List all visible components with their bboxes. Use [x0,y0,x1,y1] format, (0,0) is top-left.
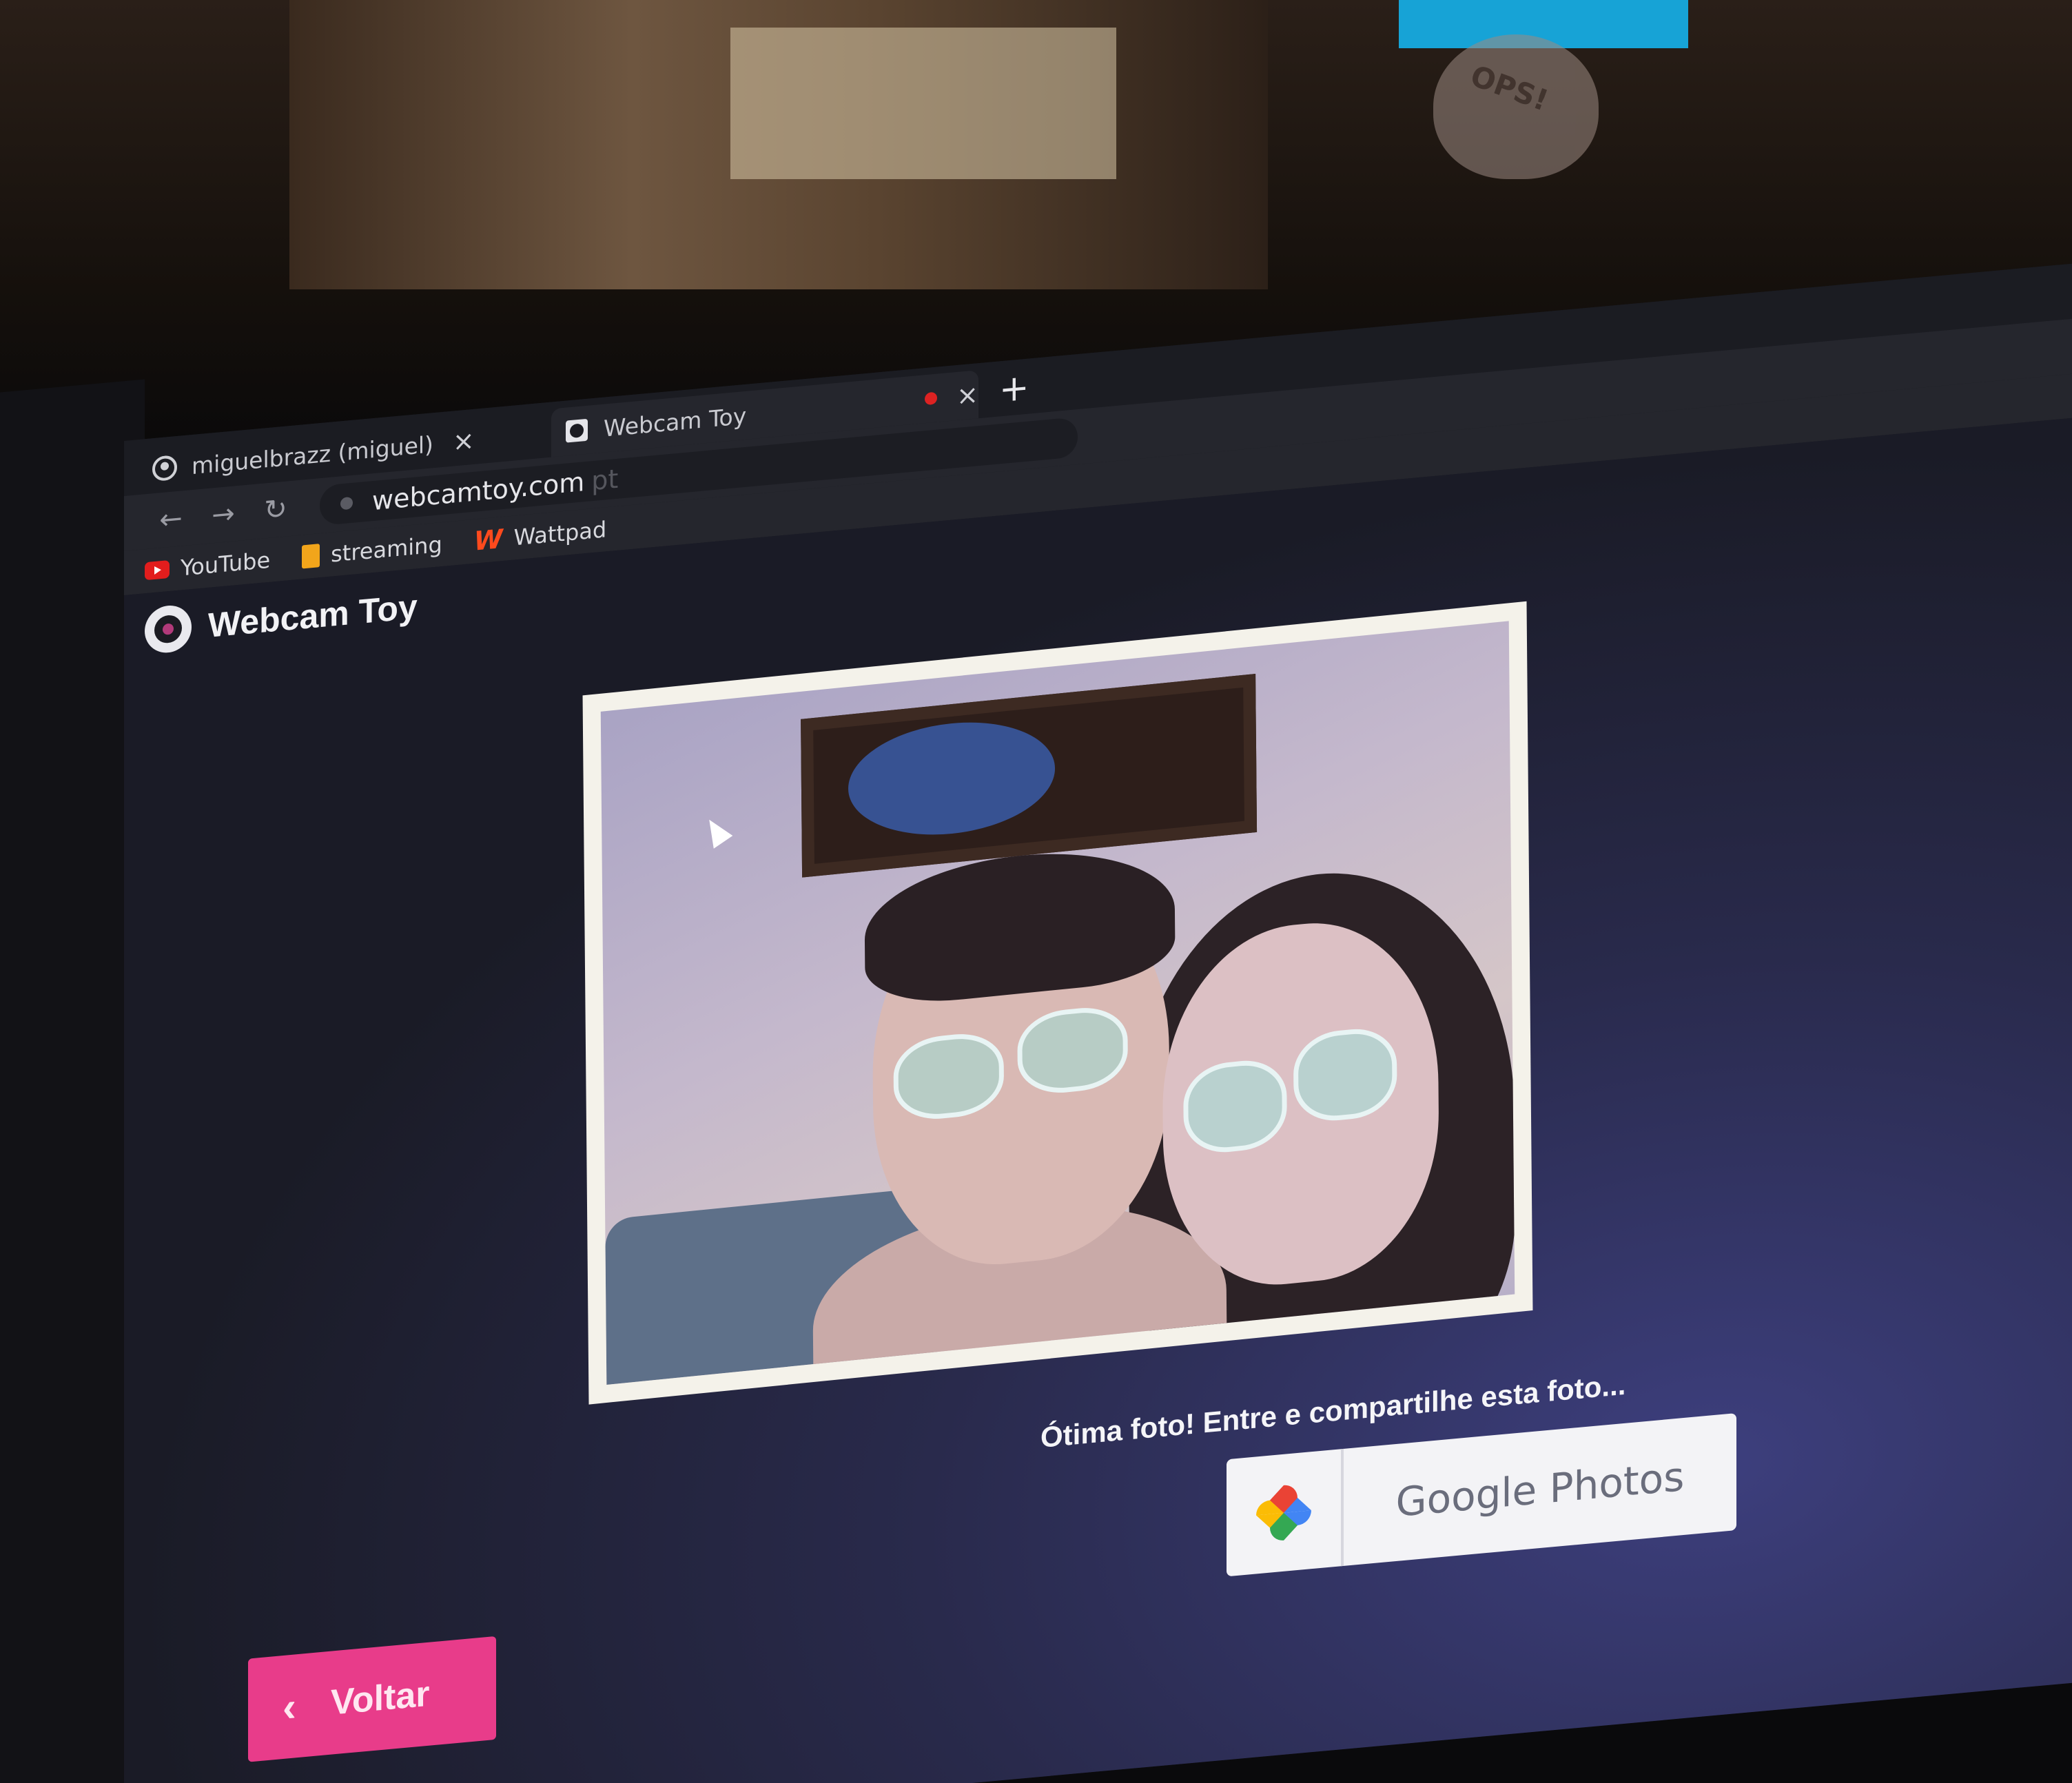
photo-scene: OPS! miguelbrazz (miguel) × Webcam Toy ×… [0,0,2072,1783]
tab-title: Webcam Toy [604,402,747,442]
youtube-icon [145,559,170,581]
chevron-left-icon: ‹ [283,1682,296,1731]
folder-icon [302,544,320,569]
laptop-screen: miguelbrazz (miguel) × Webcam Toy × + ← … [124,256,2072,1783]
webcam-toy-page: Webcam Toy Ótima foto! Entre e compartil… [124,410,2072,1783]
heart-sticker: OPS! [1433,34,1599,179]
bookmark-wattpad[interactable]: W Wattpad [474,514,606,557]
close-icon[interactable]: × [956,379,978,411]
webcam-toy-icon [564,416,590,444]
google-photos-button[interactable]: Google Photos [1227,1413,1736,1577]
address-suffix: pt [591,463,619,497]
github-icon [152,454,178,482]
laptop-bezel [0,379,145,1783]
back-arrow-icon[interactable]: ← [145,501,197,537]
forward-arrow-icon[interactable]: → [197,496,249,533]
bookmark-youtube[interactable]: YouTube [145,547,270,585]
back-button[interactable]: ‹ Voltar [248,1636,496,1762]
site-info-icon[interactable] [340,496,353,511]
bookmark-label: YouTube [181,546,271,581]
reload-icon[interactable]: ↻ [249,492,302,528]
close-icon[interactable]: × [453,425,475,457]
door-light [730,28,1116,179]
new-tab-button[interactable]: + [999,367,1029,411]
google-photos-label: Google Photos [1395,1452,1685,1527]
wall-picture [801,674,1258,878]
mouse-cursor-icon [699,813,733,849]
captured-photo-frame [582,601,1533,1405]
bookmark-label: streaming [331,530,442,568]
bookmark-label: Wattpad [513,516,607,551]
address-url: webcamtoy.com [372,466,585,517]
google-photos-icon [1227,1448,1344,1577]
bookmark-streaming[interactable]: streaming [302,531,442,570]
recording-icon [925,391,938,406]
site-title[interactable]: Webcam Toy [208,586,418,646]
webcam-toy-logo-icon[interactable] [145,604,192,655]
wattpad-icon: W [473,523,503,557]
back-button-label: Voltar [331,1673,430,1723]
captured-photo [600,621,1515,1385]
